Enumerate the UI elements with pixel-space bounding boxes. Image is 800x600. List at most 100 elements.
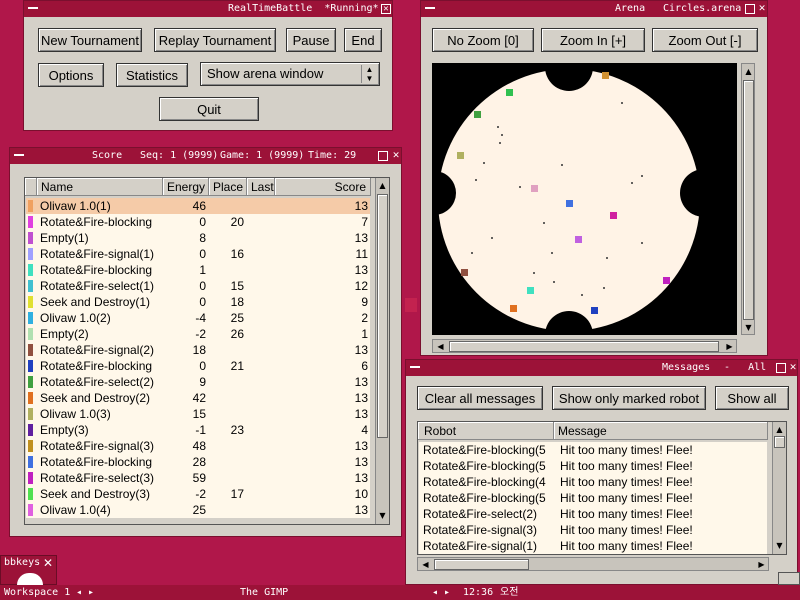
workspace-arrows-icon[interactable]: ◂ ▸: [76, 585, 94, 600]
robot-marker[interactable]: [591, 307, 598, 314]
score-vertical-scrollbar[interactable]: ▲ ▼: [375, 178, 389, 524]
task-arrows-icon[interactable]: ◂ ▸: [432, 585, 450, 600]
score-col-score[interactable]: Score: [275, 178, 371, 196]
scroll-left-icon[interactable]: ◀: [435, 341, 446, 352]
robot-marker[interactable]: [510, 305, 517, 312]
robot-marker[interactable]: [531, 185, 538, 192]
replay-tournament-button[interactable]: Replay Tournament: [154, 28, 276, 52]
score-row[interactable]: Empty(3) -1 23 4: [26, 422, 370, 438]
score-col-place[interactable]: Place: [209, 178, 247, 196]
statistics-button[interactable]: Statistics: [116, 63, 188, 87]
score-row[interactable]: Empty(1) 8 13: [26, 230, 370, 246]
robot-marker[interactable]: [575, 236, 582, 243]
score-row[interactable]: Olivaw 1.0(2) -4 25 2: [26, 310, 370, 326]
arena-horizontal-scrollbar[interactable]: ◀ ▶: [432, 339, 737, 353]
show-all-button[interactable]: Show all: [715, 386, 789, 410]
messages-titlebar[interactable]: Messages - All ✕: [406, 360, 797, 376]
robot-marker[interactable]: [461, 269, 468, 276]
scroll-right-icon[interactable]: ▶: [756, 559, 767, 570]
robot-marker[interactable]: [457, 152, 464, 159]
score-row[interactable]: Seek and Destroy(2) 42 13: [26, 390, 370, 406]
score-row[interactable]: Rotate&Fire-select(2) 9 13: [26, 374, 370, 390]
score-col-energy[interactable]: Energy: [163, 178, 209, 196]
control-titlebar[interactable]: RealTimeBattle *Running* ✕: [24, 1, 392, 17]
score-row[interactable]: Olivaw 1.0(1) 46 13: [26, 198, 370, 214]
scroll-thumb[interactable]: [774, 436, 785, 448]
score-titlebar[interactable]: Score Seq: 1 (9999) Game: 1 (9999) Time:…: [10, 148, 401, 164]
minimize-icon[interactable]: [28, 5, 38, 9]
score-row[interactable]: Rotate&Fire-blocking 0 21 6: [26, 358, 370, 374]
close-icon[interactable]: ✕: [391, 149, 401, 161]
message-row[interactable]: Rotate&Fire-signal(1) Hit too many times!…: [419, 538, 767, 554]
message-row[interactable]: Rotate&Fire-blocking(5 Hit too many times…: [419, 490, 767, 506]
new-tournament-button[interactable]: New Tournament: [38, 28, 142, 52]
score-col-name[interactable]: Name: [37, 178, 163, 196]
score-row[interactable]: Rotate&Fire-signal(1) 0 16 11: [26, 246, 370, 262]
robot-marker[interactable]: [566, 200, 573, 207]
close-icon[interactable]: ✕: [43, 556, 53, 570]
scroll-thumb[interactable]: [743, 80, 754, 320]
scroll-up-icon[interactable]: ▲: [743, 66, 754, 77]
robot-marker[interactable]: [610, 212, 617, 219]
score-row[interactable]: Rotate&Fire-blocking 0 20 7: [26, 214, 370, 230]
scroll-thumb[interactable]: [377, 194, 388, 438]
score-row[interactable]: Olivaw 1.0(3) 15 13: [26, 406, 370, 422]
robot-marker[interactable]: [506, 89, 513, 96]
scroll-thumb[interactable]: [449, 341, 719, 352]
pause-button[interactable]: Pause: [286, 28, 336, 52]
end-button[interactable]: End: [344, 28, 382, 52]
message-row[interactable]: Rotate&Fire-blocking(4 Hit too many times…: [419, 474, 767, 490]
arena-canvas[interactable]: [432, 63, 737, 335]
scroll-thumb[interactable]: [434, 559, 529, 570]
quit-button[interactable]: Quit: [159, 97, 259, 121]
close-icon[interactable]: ✕: [757, 2, 767, 14]
robot-marker[interactable]: [474, 111, 481, 118]
minimize-icon[interactable]: [425, 5, 435, 9]
score-row[interactable]: Seek and Destroy(3) -2 17 10: [26, 486, 370, 502]
robot-marker[interactable]: [527, 287, 534, 294]
scroll-left-icon[interactable]: ◀: [420, 559, 431, 570]
score-row[interactable]: Rotate&Fire-blocking 1 13: [26, 262, 370, 278]
scroll-up-icon[interactable]: ▲: [377, 180, 388, 191]
no-zoom-button[interactable]: No Zoom [0]: [432, 28, 534, 52]
maximize-icon[interactable]: [378, 151, 388, 161]
offscreen-window-fragment[interactable]: [778, 572, 800, 585]
minimize-icon[interactable]: [14, 152, 24, 156]
score-row[interactable]: Empty(2) -2 26 1: [26, 326, 370, 342]
arena-vertical-scrollbar[interactable]: ▲ ▼: [741, 63, 755, 335]
close-icon[interactable]: ✕: [381, 4, 391, 14]
scroll-right-icon[interactable]: ▶: [724, 341, 735, 352]
scroll-down-icon[interactable]: ▼: [743, 322, 754, 333]
bbkeys-applet[interactable]: bbkeys ✕: [0, 555, 57, 585]
scroll-down-icon[interactable]: ▼: [377, 510, 388, 521]
zoom-out-button[interactable]: Zoom Out [-]: [652, 28, 758, 52]
message-row[interactable]: Rotate&Fire-select(2) Hit too many times!…: [419, 506, 767, 522]
message-row[interactable]: Rotate&Fire-signal(3) Hit too many times!…: [419, 522, 767, 538]
message-row[interactable]: Rotate&Fire-blocking(5 Hit too many times…: [419, 442, 767, 458]
scroll-down-icon[interactable]: ▼: [774, 540, 785, 551]
maximize-icon[interactable]: [745, 4, 755, 14]
score-row[interactable]: Rotate&Fire-signal(2) 18 13: [26, 342, 370, 358]
score-col-last[interactable]: Last: [247, 178, 275, 196]
close-icon[interactable]: ✕: [788, 361, 798, 373]
clear-all-messages-button[interactable]: Clear all messages: [417, 386, 543, 410]
minimize-icon[interactable]: [410, 364, 420, 368]
robot-marker[interactable]: [602, 72, 609, 79]
show-marked-robot-button[interactable]: Show only marked robot: [552, 386, 706, 410]
maximize-icon[interactable]: [776, 363, 786, 373]
scroll-up-icon[interactable]: ▲: [774, 424, 785, 435]
score-row[interactable]: Seek and Destroy(1) 0 18 9: [26, 294, 370, 310]
options-button[interactable]: Options: [38, 63, 104, 87]
score-row[interactable]: Olivaw 1.0(4) 25 13: [26, 502, 370, 518]
score-row[interactable]: Rotate&Fire-select(1) 0 15 12: [26, 278, 370, 294]
messages-col-robot[interactable]: Robot: [418, 422, 554, 440]
score-row[interactable]: Rotate&Fire-blocking 28 13: [26, 454, 370, 470]
arena-window-select[interactable]: Show arena window ▲ ▼: [200, 62, 380, 86]
workspace-label[interactable]: Workspace 1: [4, 585, 70, 600]
messages-vertical-scrollbar[interactable]: ▲ ▼: [772, 422, 786, 554]
active-task-label[interactable]: The GIMP: [240, 585, 288, 600]
zoom-in-button[interactable]: Zoom In [+]: [541, 28, 645, 52]
messages-horizontal-scrollbar[interactable]: ◀ ▶: [417, 557, 769, 571]
robot-marker[interactable]: [663, 277, 670, 284]
score-row[interactable]: Rotate&Fire-signal(3) 48 13: [26, 438, 370, 454]
